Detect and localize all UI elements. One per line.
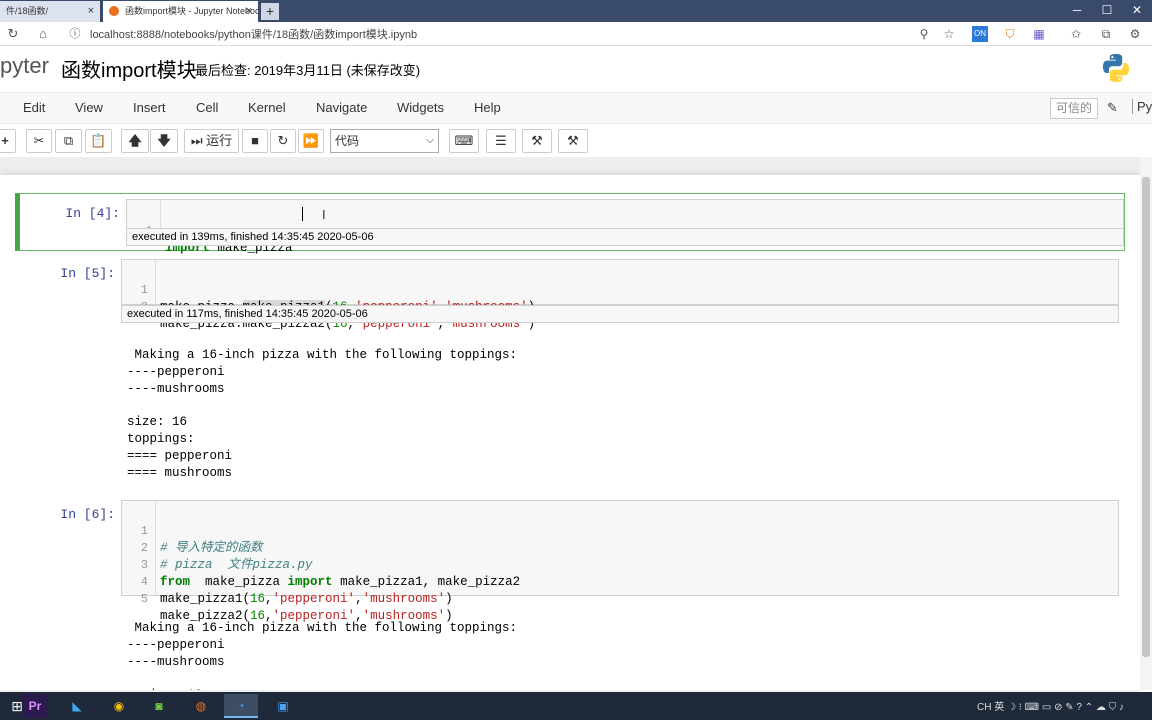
url-field[interactable]: localhost:8888/notebooks/python课件/18函数/函… xyxy=(90,26,417,42)
paste-icon[interactable]: 📋 xyxy=(85,129,112,153)
extension-puzzle-icon[interactable]: ▦ xyxy=(1031,26,1047,42)
code-input[interactable]: 1 # 导入特定的函数 2 # pizza 文件pizza.py 3 from … xyxy=(121,500,1119,623)
edge-icon[interactable]: ◔ xyxy=(224,694,258,718)
keyboard-icon[interactable]: ⌨ xyxy=(449,129,479,153)
restart-icon[interactable]: ↻ xyxy=(270,129,296,153)
stop-icon[interactable]: ■ xyxy=(242,129,268,153)
chrome-icon[interactable]: ◉ xyxy=(102,694,136,718)
input-prompt: In [5]: xyxy=(60,266,115,281)
code-cell[interactable]: In [4]: 1 import make_pizza executed in … xyxy=(15,193,1125,255)
browser-tab-strip: 件/18函数/ × 函数import模块 - Jupyter Notebook … xyxy=(0,0,1152,22)
move-up-icon[interactable]: 🡅 xyxy=(121,129,149,153)
close-icon[interactable]: × xyxy=(88,1,94,21)
bookmark-star-icon[interactable]: ☆ xyxy=(941,26,957,42)
address-bar: ↻ ⌂ ⓘ localhost:8888/notebooks/python课件/… xyxy=(0,22,1152,46)
settings-icon[interactable]: ⚙ xyxy=(1127,26,1143,42)
execution-time: executed in 139ms, finished 14:35:45 202… xyxy=(126,228,1124,246)
premiere-icon[interactable]: Pr xyxy=(22,694,48,718)
reload-icon[interactable]: ↻ xyxy=(4,25,22,43)
notebook-area: In [4]: 1 import make_pizza executed in … xyxy=(0,157,1152,690)
step-forward-icon: ⏭ xyxy=(190,133,203,148)
minimize-icon[interactable]: ─ xyxy=(1062,0,1092,22)
browser-tab-folder[interactable]: 件/18函数/ × xyxy=(0,1,100,22)
home-icon[interactable]: ⌂ xyxy=(34,25,52,43)
maximize-icon[interactable]: ☐ xyxy=(1092,0,1122,22)
trusted-indicator[interactable]: 可信的 xyxy=(1050,98,1099,119)
jupyter-app-icon[interactable]: ◍ xyxy=(184,694,218,718)
menu-kernel[interactable]: Kernel xyxy=(248,100,286,115)
new-tab-button[interactable]: + xyxy=(261,3,279,20)
browser-tab-notebook[interactable]: 函数import模块 - Jupyter Notebook × xyxy=(103,1,258,22)
text-cursor xyxy=(302,207,303,221)
favorites-icon[interactable]: ✩ xyxy=(1068,26,1084,42)
input-prompt: In [4]: xyxy=(65,206,120,221)
jupyter-logo[interactable]: pyter xyxy=(0,53,49,79)
window-close-icon[interactable]: ✕ xyxy=(1122,0,1152,22)
tab-title: 函数import模块 - Jupyter Notebook xyxy=(125,6,258,16)
system-tray[interactable]: CH 英 ☽ ⁝ ⌨ ▭ ⊘ ✎ ? ⌃ ☁ ⛉ ♪ xyxy=(977,698,1124,713)
fast-forward-icon[interactable]: ⏩ xyxy=(298,129,324,153)
tab-title: 件/18函数/ xyxy=(6,6,49,16)
run-label: 运行 xyxy=(206,133,233,148)
windows-taskbar: ⊞ Pr ◣ ◉ ◙ ◍ ◔ ▣ CH 英 ☽ ⁝ ⌨ ▭ ⊘ ✎ ? ⌃ ☁ … xyxy=(0,692,1152,720)
menu-navigate[interactable]: Navigate xyxy=(316,100,367,115)
info-icon[interactable]: ⓘ xyxy=(66,25,84,43)
cell-output: Making a 16-inch pizza with the followin… xyxy=(127,348,518,480)
code-cell[interactable]: In [5]: 1 make_pizza.make_pizza1(16,'pep… xyxy=(15,259,1125,489)
ibeam-cursor-icon: I xyxy=(322,207,326,222)
input-prompt: In [6]: xyxy=(60,507,115,522)
code-cell[interactable]: In [6]: 1 # 导入特定的函数 2 # pizza 文件pizza.py… xyxy=(15,500,1125,690)
notebook-title[interactable]: 函数import模块 xyxy=(61,54,197,83)
execution-time: executed in 117ms, finished 14:35:45 202… xyxy=(121,305,1119,323)
close-icon[interactable]: × xyxy=(246,1,252,21)
jupyter-header: pyter 函数import模块 最后检查: 2019年3月11日 (未保存改变… xyxy=(0,46,1152,92)
menubar: Edit View Insert Cell Kernel Navigate Wi… xyxy=(0,92,1152,124)
jupyter-favicon-icon xyxy=(109,6,119,16)
python-logo-icon xyxy=(1103,54,1129,82)
wechat-icon[interactable]: ◙ xyxy=(142,694,176,718)
notebook-page: In [4]: 1 import make_pizza executed in … xyxy=(0,175,1140,690)
collections-icon[interactable]: ⧉ xyxy=(1098,26,1114,42)
scrollbar-thumb[interactable] xyxy=(1142,177,1150,657)
hammer-icon[interactable]: ⚒ xyxy=(522,129,552,153)
menu-help[interactable]: Help xyxy=(474,100,501,115)
menu-widgets[interactable]: Widgets xyxy=(397,100,444,115)
code-line: make_pizza1(16,'pepperoni','mushrooms') xyxy=(160,592,453,606)
menu-view[interactable]: View xyxy=(75,100,103,115)
cell-output: Making a 16-inch pizza with the followin… xyxy=(127,621,518,690)
cell-type-value: 代码 xyxy=(335,134,360,148)
checkpoint-status: 最后检查: 2019年3月11日 (未保存改变) xyxy=(195,63,421,78)
zoom-icon[interactable]: ⚲ xyxy=(916,26,932,42)
menu-insert[interactable]: Insert xyxy=(133,100,166,115)
menu-cell[interactable]: Cell xyxy=(196,100,218,115)
copy-icon[interactable]: ⧉ xyxy=(55,129,82,153)
menu-edit[interactable]: Edit xyxy=(23,100,45,115)
run-button[interactable]: ⏭ 运行 xyxy=(184,129,239,153)
shield-icon[interactable]: ⛉ xyxy=(1002,26,1018,42)
list-icon[interactable]: ☰ xyxy=(486,129,516,153)
extension-icon[interactable]: ON xyxy=(972,26,988,42)
add-cell-button[interactable]: + xyxy=(0,129,16,153)
cell-type-select[interactable]: 代码 ⌵ xyxy=(330,129,439,153)
edit-mode-pencil-icon: ✎ xyxy=(1107,100,1118,115)
kernel-name[interactable]: Py xyxy=(1132,99,1152,114)
vscode-icon[interactable]: ◣ xyxy=(60,694,94,718)
scrollbar[interactable] xyxy=(1140,157,1152,690)
code-input[interactable]: 1 make_pizza.make_pizza1(16,'pepperoni',… xyxy=(121,259,1119,331)
chevron-down-icon: ⌵ xyxy=(426,135,434,146)
code-line: from make_pizza import make_pizza1, make… xyxy=(160,575,521,589)
move-down-icon[interactable]: 🡇 xyxy=(150,129,178,153)
hammer-alt-icon[interactable]: ⚒ xyxy=(558,129,588,153)
line-number: 5 xyxy=(140,592,148,606)
code-input[interactable]: 1 import make_pizza xyxy=(126,199,1124,255)
cut-icon[interactable]: ✂ xyxy=(26,129,52,153)
notes-icon[interactable]: ▣ xyxy=(266,694,300,718)
notebook-toolbar: + ✂ ⧉ 📋 🡅 🡇 ⏭ 运行 ■ ↻ ⏩ 代码 ⌵ ⌨ ☰ ⚒ ⚒ xyxy=(0,124,1152,157)
